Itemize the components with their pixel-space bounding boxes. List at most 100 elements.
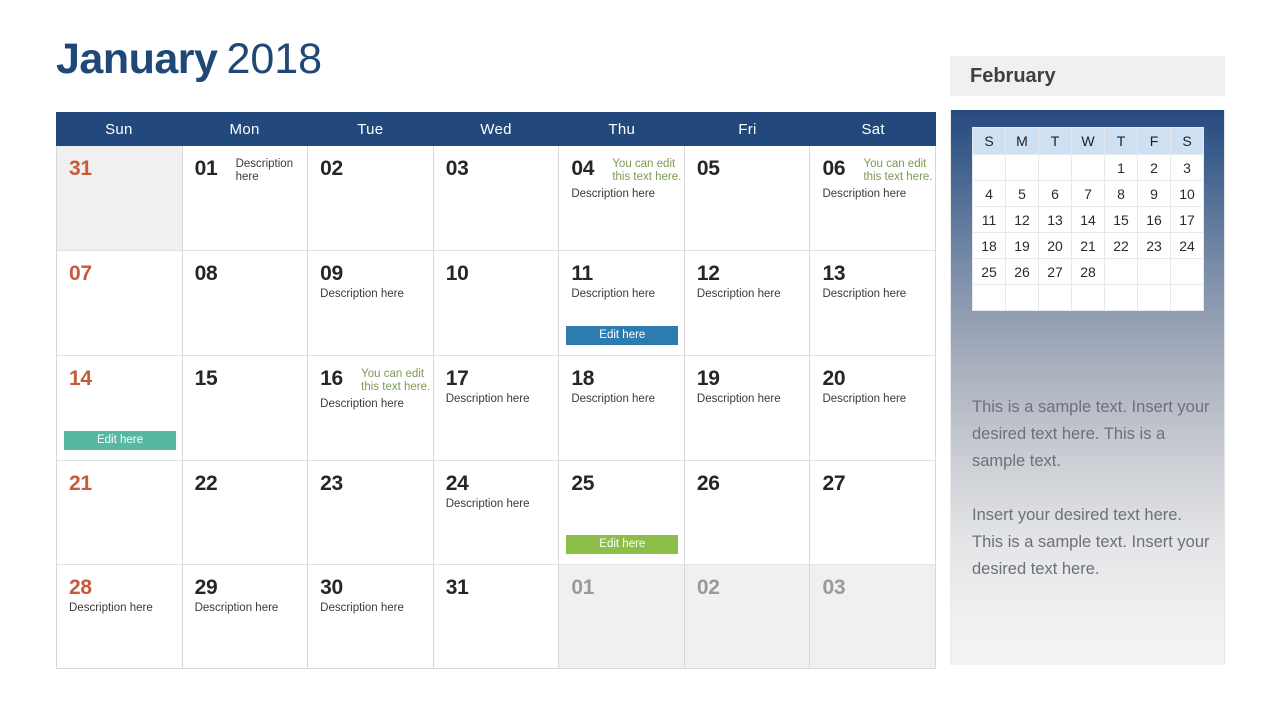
calendar-day-cell[interactable]: 01 (559, 564, 685, 668)
day-description[interactable]: Description here (697, 288, 781, 301)
day-description-inline[interactable]: Description here (236, 158, 308, 184)
day-description[interactable]: Description here (320, 602, 404, 615)
mini-calendar-day[interactable]: 2 (1137, 154, 1171, 181)
calendar-day-cell[interactable]: 16 You can edit this text here. Descriptio… (308, 355, 434, 460)
mini-calendar-day[interactable]: 1 (1104, 154, 1138, 181)
calendar-day-cell[interactable]: 29 Description here (182, 564, 309, 668)
mini-calendar-day[interactable] (1005, 284, 1039, 311)
mini-calendar-day[interactable]: 26 (1005, 258, 1039, 285)
mini-calendar-day[interactable]: 15 (1104, 206, 1138, 233)
mini-calendar-day[interactable]: 9 (1137, 180, 1171, 207)
day-description[interactable]: Description here (697, 393, 781, 406)
calendar-day-cell[interactable]: 03 (433, 146, 560, 250)
day-description[interactable]: Description here (822, 288, 906, 301)
mini-calendar-day[interactable] (1104, 258, 1138, 285)
calendar-day-cell[interactable]: 09 Description here (308, 250, 434, 355)
day-description[interactable]: Description here (195, 602, 279, 615)
day-description[interactable]: Description here (822, 188, 906, 201)
edit-here-button[interactable]: Edit here (566, 326, 679, 345)
mini-calendar-day[interactable]: 10 (1170, 180, 1204, 207)
calendar-day-cell[interactable]: 31 (57, 146, 183, 250)
calendar-day-cell[interactable]: 17 Description here (433, 355, 560, 460)
day-description[interactable]: Description here (822, 393, 906, 406)
mini-calendar-day[interactable] (1071, 284, 1105, 311)
mini-calendar-day[interactable]: 18 (972, 232, 1006, 259)
mini-calendar-day[interactable]: 27 (1038, 258, 1072, 285)
calendar-day-cell[interactable]: 05 (684, 146, 811, 250)
mini-calendar-day[interactable]: 8 (1104, 180, 1138, 207)
day-edit-note[interactable]: You can edit this text here. (863, 158, 935, 184)
calendar-day-cell[interactable]: 02 (684, 564, 811, 668)
calendar-day-cell[interactable]: 26 (684, 460, 811, 564)
calendar-day-cell[interactable]: 12 Description here (684, 250, 811, 355)
day-description[interactable]: Description here (571, 188, 655, 201)
calendar-day-cell[interactable]: 02 (308, 146, 434, 250)
calendar-day-cell[interactable]: 04 You can edit this text here. Descriptio… (559, 146, 685, 250)
calendar-day-cell[interactable]: 21 (57, 460, 183, 564)
mini-calendar-day[interactable]: 12 (1005, 206, 1039, 233)
mini-calendar-day[interactable]: 28 (1071, 258, 1105, 285)
calendar-day-cell[interactable]: 25 Edit here (559, 460, 685, 564)
mini-calendar-day[interactable]: 22 (1104, 232, 1138, 259)
mini-calendar-day[interactable]: 24 (1170, 232, 1204, 259)
mini-calendar-day[interactable] (1137, 258, 1171, 285)
day-description[interactable]: Description here (320, 288, 404, 301)
mini-calendar-day[interactable]: 4 (972, 180, 1006, 207)
mini-calendar-day[interactable] (1038, 284, 1072, 311)
day-description[interactable]: Description here (446, 498, 530, 511)
mini-calendar-day[interactable]: 16 (1137, 206, 1171, 233)
calendar-day-cell[interactable]: 01 Description here (182, 146, 309, 250)
day-description[interactable]: Description here (571, 288, 655, 301)
calendar-day-cell[interactable]: 06 You can edit this text here. Descriptio… (810, 146, 937, 250)
day-description[interactable]: Description here (446, 393, 530, 406)
day-description[interactable]: Description here (69, 602, 153, 615)
mini-calendar-day[interactable]: 3 (1170, 154, 1204, 181)
calendar-day-cell[interactable]: 13 Description here (810, 250, 937, 355)
mini-calendar-day[interactable]: 6 (1038, 180, 1072, 207)
calendar-day-cell[interactable]: 15 (182, 355, 309, 460)
calendar-day-cell[interactable]: 03 (810, 564, 937, 668)
calendar-day-cell[interactable]: 19 Description here (684, 355, 811, 460)
calendar-day-cell[interactable]: 22 (182, 460, 309, 564)
calendar-day-cell[interactable]: 30 Description here (308, 564, 434, 668)
calendar-day-cell[interactable]: 27 (810, 460, 937, 564)
calendar-day-cell[interactable]: 18 Description here (559, 355, 685, 460)
mini-calendar-day[interactable] (1104, 284, 1138, 311)
mini-calendar-day[interactable] (972, 154, 1006, 181)
edit-here-button[interactable]: Edit here (566, 535, 679, 554)
calendar-day-cell[interactable]: 24 Description here (433, 460, 560, 564)
calendar-day-cell[interactable]: 31 (433, 564, 560, 668)
mini-calendar-day[interactable]: 25 (972, 258, 1006, 285)
mini-calendar-day[interactable]: 20 (1038, 232, 1072, 259)
edit-here-button[interactable]: Edit here (64, 431, 176, 450)
mini-calendar-day[interactable]: 7 (1071, 180, 1105, 207)
mini-calendar-day[interactable]: 13 (1038, 206, 1072, 233)
mini-calendar-day[interactable]: 5 (1005, 180, 1039, 207)
calendar-day-cell[interactable]: 10 (433, 250, 560, 355)
mini-calendar-day[interactable] (1071, 154, 1105, 181)
day-description[interactable]: Description here (320, 398, 404, 411)
calendar-day-cell[interactable]: 28 Description here (57, 564, 183, 668)
mini-calendar-day[interactable]: 21 (1071, 232, 1105, 259)
day-edit-note[interactable]: You can edit this text here. (612, 158, 684, 184)
mini-calendar-day[interactable]: 14 (1071, 206, 1105, 233)
day-description[interactable]: Description here (571, 393, 655, 406)
calendar-day-cell[interactable]: 20 Description here (810, 355, 937, 460)
mini-calendar-day[interactable]: 19 (1005, 232, 1039, 259)
calendar-day-cell[interactable]: 08 (182, 250, 309, 355)
mini-calendar-day[interactable] (1170, 258, 1204, 285)
mini-calendar-day[interactable] (972, 284, 1006, 311)
mini-calendar-day[interactable]: 17 (1170, 206, 1204, 233)
mini-calendar-day[interactable]: 11 (972, 206, 1006, 233)
calendar-day-cell[interactable]: 07 (57, 250, 183, 355)
mini-calendar-day[interactable] (1038, 154, 1072, 181)
mini-calendar-day[interactable] (1170, 284, 1204, 311)
mini-calendar-day[interactable]: 23 (1137, 232, 1171, 259)
calendar-day-cell[interactable]: 11 Description here Edit here (559, 250, 685, 355)
calendar-day-cell[interactable]: 23 (308, 460, 434, 564)
mini-calendar-day[interactable] (1137, 284, 1171, 311)
mini-calendar-day[interactable] (1005, 154, 1039, 181)
page-title: January 2018 (56, 38, 322, 81)
day-edit-note[interactable]: You can edit this text here. (361, 368, 433, 394)
calendar-day-cell[interactable]: 14 Edit here (57, 355, 183, 460)
